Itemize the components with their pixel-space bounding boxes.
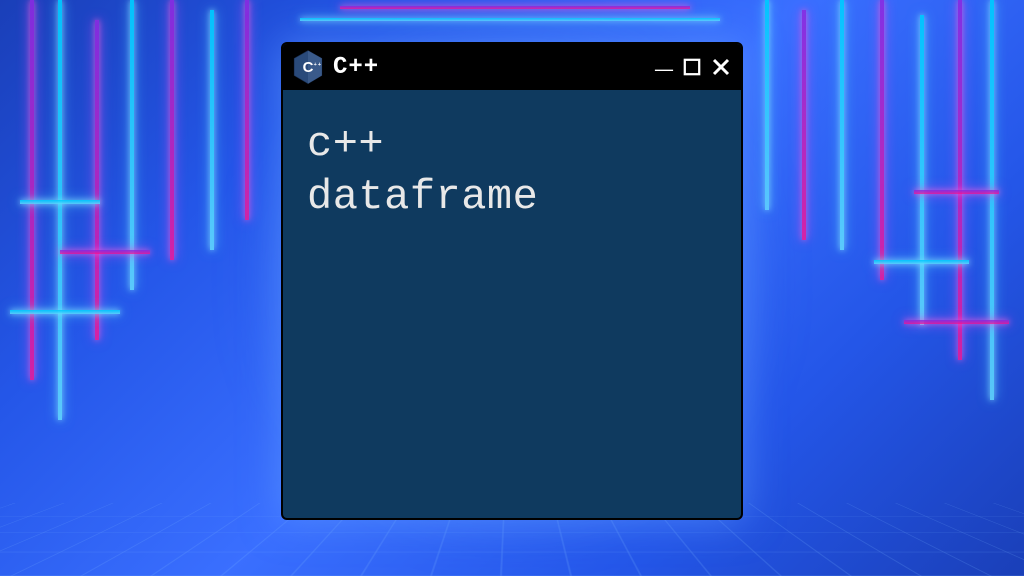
- circuit-decoration: [130, 0, 134, 290]
- circuit-decoration: [10, 310, 120, 314]
- circuit-decoration: [58, 0, 62, 420]
- titlebar[interactable]: C + + C++ _: [283, 44, 741, 90]
- svg-text:+: +: [314, 62, 317, 68]
- circuit-decoration: [245, 0, 249, 220]
- circuit-decoration: [210, 10, 214, 250]
- circuit-decoration: [904, 320, 1009, 324]
- circuit-decoration: [840, 0, 844, 250]
- circuit-decoration: [914, 190, 999, 194]
- svg-text:+: +: [318, 62, 321, 68]
- circuit-decoration: [874, 260, 969, 264]
- circuit-decoration: [340, 6, 690, 9]
- window-content: c++ dataframe: [283, 90, 741, 251]
- maximize-button[interactable]: [683, 58, 701, 76]
- circuit-decoration: [880, 0, 884, 280]
- content-line-2: dataframe: [307, 171, 717, 224]
- circuit-decoration: [765, 0, 769, 210]
- svg-text:C: C: [303, 59, 314, 76]
- close-button[interactable]: [711, 57, 731, 77]
- circuit-decoration: [958, 0, 962, 360]
- circuit-decoration: [170, 0, 174, 260]
- minimize-button[interactable]: _: [655, 46, 673, 76]
- cpp-logo-icon: C + +: [293, 50, 323, 84]
- circuit-decoration: [95, 20, 99, 340]
- window-title: C++: [333, 54, 645, 81]
- circuit-decoration: [30, 0, 34, 380]
- circuit-decoration: [300, 18, 720, 21]
- window-controls: _: [655, 52, 731, 82]
- circuit-decoration: [60, 250, 150, 254]
- content-line-1: c++: [307, 118, 717, 171]
- circuit-decoration: [920, 15, 924, 325]
- circuit-decoration: [802, 10, 806, 240]
- app-window: C + + C++ _ c++ dataframe: [281, 42, 743, 520]
- circuit-decoration: [990, 0, 994, 400]
- circuit-decoration: [20, 200, 100, 204]
